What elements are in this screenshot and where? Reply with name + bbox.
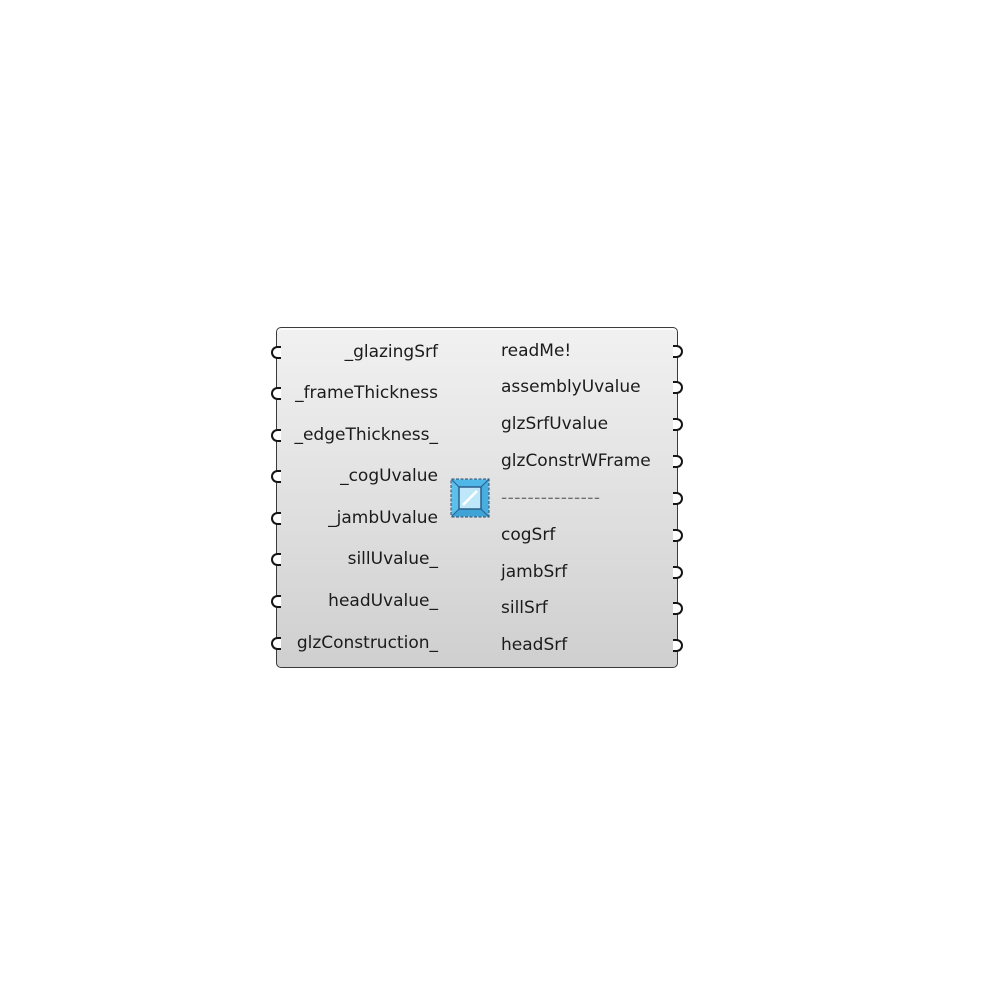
input-grip[interactable] xyxy=(271,595,281,608)
input-param-sill-uvalue[interactable]: sillUvalue_ xyxy=(348,549,438,569)
output-grip[interactable] xyxy=(673,381,683,394)
input-param-frame-thickness[interactable]: _frameThickness xyxy=(295,383,438,403)
output-param-glz-srf-uvalue[interactable]: glzSrfUvalue xyxy=(501,414,608,434)
input-grip[interactable] xyxy=(271,470,281,483)
output-grip[interactable] xyxy=(673,639,683,652)
output-param-separator[interactable]: --------------- xyxy=(501,488,601,508)
window-glazing-icon xyxy=(450,478,490,518)
input-grip[interactable] xyxy=(271,346,281,359)
input-param-head-uvalue[interactable]: headUvalue_ xyxy=(328,591,438,611)
input-grip[interactable] xyxy=(271,637,281,650)
output-grip[interactable] xyxy=(673,492,683,505)
output-grip[interactable] xyxy=(673,455,683,468)
output-param-cog-srf[interactable]: cogSrf xyxy=(501,525,555,545)
grasshopper-component[interactable]: _glazingSrf _frameThickness _edgeThickne… xyxy=(271,327,683,668)
input-param-cog-uvalue[interactable]: _cogUvalue xyxy=(340,466,438,486)
output-param-head-srf[interactable]: headSrf xyxy=(501,635,567,655)
output-grip[interactable] xyxy=(673,418,683,431)
input-param-jamb-uvalue[interactable]: _jambUvalue xyxy=(328,508,438,528)
input-param-glz-construction[interactable]: glzConstruction_ xyxy=(297,633,438,653)
output-grip[interactable] xyxy=(673,566,683,579)
input-grip[interactable] xyxy=(271,512,281,525)
output-grip[interactable] xyxy=(673,529,683,542)
input-param-glazing-srf[interactable]: _glazingSrf xyxy=(345,342,438,362)
input-param-edge-thickness[interactable]: _edgeThickness_ xyxy=(294,425,438,445)
output-param-jamb-srf[interactable]: jambSrf xyxy=(501,562,567,582)
output-grip[interactable] xyxy=(673,602,683,615)
input-grip[interactable] xyxy=(271,429,281,442)
output-param-readme[interactable]: readMe! xyxy=(501,341,571,361)
output-param-sill-srf[interactable]: sillSrf xyxy=(501,598,548,618)
input-grip[interactable] xyxy=(271,387,281,400)
output-grip[interactable] xyxy=(673,345,683,358)
input-grip[interactable] xyxy=(271,553,281,566)
output-param-assembly-uvalue[interactable]: assemblyUvalue xyxy=(501,377,641,397)
output-param-glz-constr-wframe[interactable]: glzConstrWFrame xyxy=(501,451,651,471)
